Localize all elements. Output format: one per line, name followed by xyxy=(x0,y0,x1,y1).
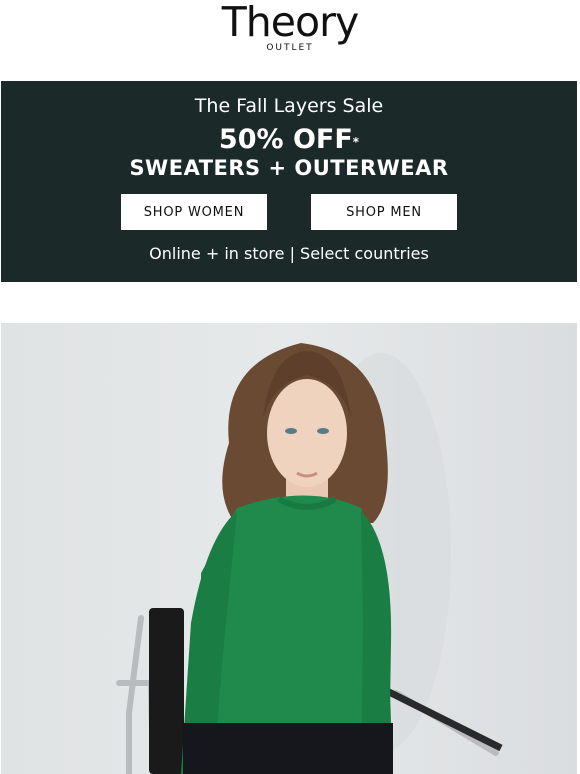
availability-note: Online + in store | Select countries xyxy=(149,244,429,263)
chair-back xyxy=(149,608,184,774)
footnote-mark: * xyxy=(352,135,360,149)
sale-categories: SWEATERS + OUTERWEAR xyxy=(129,156,449,180)
hero-illustration xyxy=(116,343,503,774)
shop-women-button[interactable]: SHOP WOMEN xyxy=(121,194,267,230)
shop-men-button[interactable]: SHOP MEN xyxy=(311,194,457,230)
sale-banner: The Fall Layers Sale 50% OFF* SWEATERS +… xyxy=(1,81,577,282)
logo-wordmark: Theory xyxy=(221,0,359,46)
hero-image[interactable] xyxy=(1,323,577,774)
logo-subtitle: OUTLET xyxy=(266,43,314,53)
banner-title: The Fall Layers Sale xyxy=(194,95,384,117)
discount-text: 50% OFF xyxy=(218,124,353,155)
dark-trousers xyxy=(183,723,393,774)
discount-headline: 50% OFF* xyxy=(1,124,577,156)
